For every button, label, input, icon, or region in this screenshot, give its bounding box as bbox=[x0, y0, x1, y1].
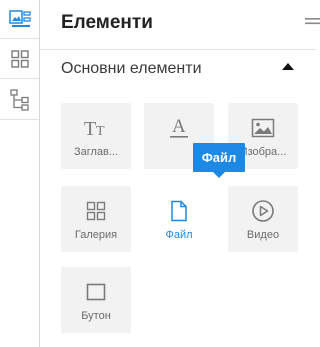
tooltip: Файл bbox=[193, 143, 245, 178]
svg-text:A: A bbox=[172, 116, 186, 137]
svg-text:T: T bbox=[96, 124, 105, 139]
element-video[interactable]: Видео bbox=[228, 186, 298, 252]
grid-icon bbox=[10, 50, 29, 68]
element-label: Видео bbox=[246, 229, 280, 241]
element-label: Бутон bbox=[81, 310, 111, 322]
divider bbox=[40, 49, 316, 50]
image-icon bbox=[251, 118, 275, 138]
tooltip-arrow bbox=[213, 172, 225, 178]
video-play-icon bbox=[252, 200, 274, 222]
element-button[interactable]: Бутон bbox=[61, 267, 131, 333]
tooltip-text: Файл bbox=[201, 150, 237, 165]
collapse-caret-icon[interactable] bbox=[282, 63, 294, 70]
menu-icon[interactable] bbox=[304, 14, 320, 28]
element-heading[interactable]: T T Заглав... bbox=[61, 103, 131, 169]
svg-text:T: T bbox=[84, 118, 96, 139]
file-icon bbox=[171, 200, 187, 222]
rail-button-sitemap[interactable] bbox=[0, 80, 39, 120]
rail-button-layout[interactable] bbox=[0, 0, 39, 39]
gallery-icon bbox=[86, 201, 106, 221]
underline-a-icon: A bbox=[170, 116, 188, 138]
element-gallery[interactable]: Галерия bbox=[61, 186, 131, 252]
element-label: Галерия bbox=[74, 229, 118, 241]
panel-title: Елементи bbox=[61, 12, 153, 33]
rail-button-grid[interactable] bbox=[0, 40, 39, 79]
element-file[interactable]: Файл bbox=[144, 186, 214, 252]
image-layout-icon bbox=[8, 10, 31, 27]
element-label: Заглав... bbox=[73, 146, 119, 158]
sidebar-rail bbox=[0, 0, 40, 347]
sitemap-icon bbox=[9, 88, 29, 111]
text-style-icon: T T bbox=[84, 118, 105, 139]
section-title[interactable]: Основни елементи bbox=[61, 60, 202, 78]
elements-panel: Елементи Основни елементи T T Заглав... … bbox=[40, 0, 320, 347]
element-label: Файл bbox=[165, 229, 193, 241]
button-icon bbox=[86, 283, 106, 301]
